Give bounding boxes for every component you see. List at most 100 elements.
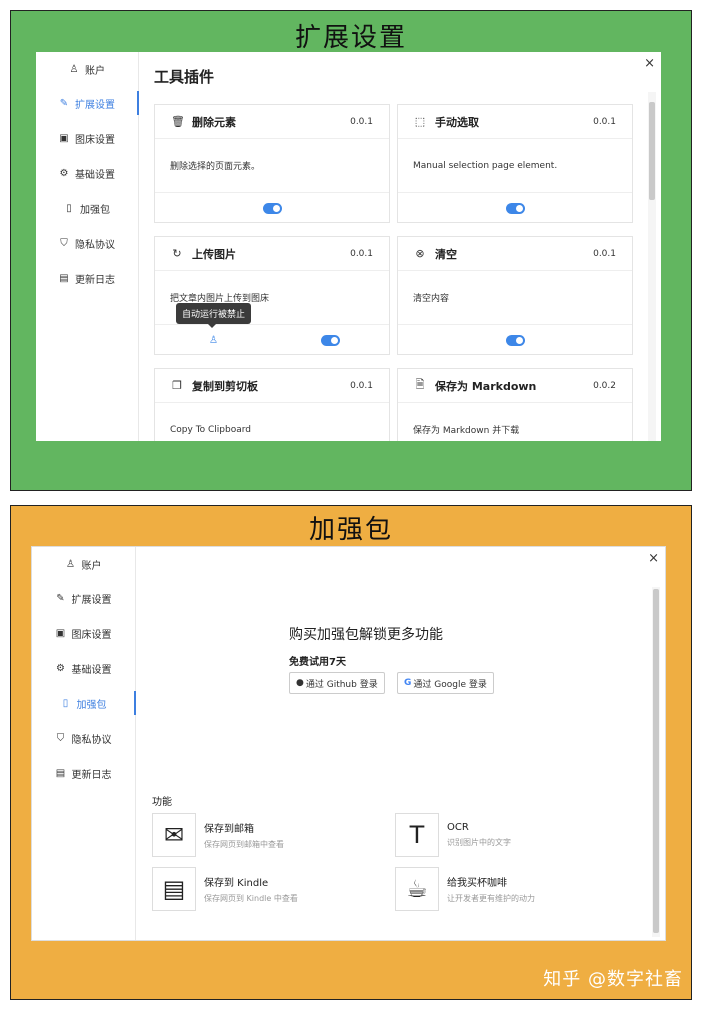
sidebar-item-label: 加强包 xyxy=(76,700,107,711)
trash-icon: 🗑 xyxy=(171,115,185,128)
plugin-card: 🗎 保存为 Markdown 0.0.2 保存为 Markdown 并下载 xyxy=(397,368,633,441)
tooltip: 自动运行被禁止 xyxy=(176,303,252,328)
sidebar-item-label: 隐私协议 xyxy=(75,240,115,251)
feature-name: 保存到邮箱 xyxy=(204,824,254,835)
refresh-icon: ↻ xyxy=(172,247,182,260)
watermark: 知乎 @数字社畜 xyxy=(543,969,683,990)
feature-item: ✉ 保存到邮箱保存网页到邮箱中查看 xyxy=(152,813,284,857)
sidebar-item-label: 加强包 xyxy=(80,205,110,216)
github-login-button[interactable]: ● 通过 Github 登录 xyxy=(289,672,385,694)
feature-description: 保存网页到 Kindle 中查看 xyxy=(204,894,298,903)
scrollbar-thumb[interactable] xyxy=(649,102,655,200)
package-icon: ▯ xyxy=(66,203,72,214)
sidebar-item-label: 图床设置 xyxy=(75,135,115,146)
card-header: ⬚ 手动选取 0.0.1 xyxy=(398,105,632,139)
plugin-description: Manual selection page element. xyxy=(413,160,558,171)
close-icon[interactable]: × xyxy=(644,56,655,71)
sidebar-item[interactable]: ▣ 图床设置 xyxy=(32,616,135,651)
user-icon: ♙ xyxy=(66,558,75,570)
sidebar-item[interactable]: ⚙ 基础设置 xyxy=(32,651,135,686)
kindle-icon: ▤ xyxy=(152,867,196,911)
google-icon: G xyxy=(404,678,412,688)
plugin-card: ❐ 复制到剪切板 0.0.1 Copy To Clipboard xyxy=(154,368,390,441)
sidebar-item-label: 扩展设置 xyxy=(75,100,115,111)
plugin-name: 手动选取 xyxy=(435,115,479,129)
google-login-button[interactable]: G 通过 Google 登录 xyxy=(397,672,494,694)
user-icon: ♙ xyxy=(69,63,79,75)
enable-toggle[interactable] xyxy=(262,202,282,214)
plugin-description: Copy To Clipboard xyxy=(170,424,252,435)
feature-item: ☕ 给我买杯咖啡 让开发者更有维护的动力 xyxy=(395,867,535,911)
sidebar-item[interactable]: ⛉ 隐私协议 xyxy=(32,721,135,756)
wrench-icon: ✎ xyxy=(59,98,69,109)
plugin-version: 0.0.1 xyxy=(350,248,373,259)
sidebar-item-label: 隐私协议 xyxy=(71,735,112,746)
feature-name: 给我买杯咖啡 xyxy=(447,878,507,889)
privacy-icon: ⛉ xyxy=(56,733,65,744)
log-icon: ▤ xyxy=(59,273,69,284)
privacy-icon: ⛉ xyxy=(60,238,68,249)
mail-icon: ✉ xyxy=(152,813,196,857)
card-header: 🗑 删除元素 0.0.1 xyxy=(155,105,389,139)
plugin-description: 删除选择的页面元素。 xyxy=(170,162,261,172)
sidebar-item[interactable]: ♙ 账户 xyxy=(36,52,138,86)
enable-toggle[interactable] xyxy=(505,334,525,346)
sidebar-item[interactable]: ▤ 更新日志 xyxy=(36,261,138,296)
sidebar-item[interactable]: ▣ 图床设置 xyxy=(36,121,138,156)
plugin-name: 清空 xyxy=(435,247,457,261)
enable-toggle[interactable] xyxy=(321,334,340,346)
scrollbar-thumb[interactable] xyxy=(653,589,659,933)
enable-toggle[interactable] xyxy=(505,202,525,214)
select-icon: ⬚ xyxy=(414,115,426,128)
sidebar-item-label: 图床设置 xyxy=(71,630,112,641)
feature-item: T OCR 识别图片中的文字 xyxy=(395,813,511,857)
page-title: 工具插件 xyxy=(154,68,215,86)
feature-name: 保存到 Kindle xyxy=(204,878,269,889)
plugin-version: 0.0.1 xyxy=(350,116,373,127)
sidebar-item[interactable]: ⛉ 隐私协议 xyxy=(36,226,138,261)
plugin-description: 保存为 Markdown 并下载 xyxy=(413,426,520,436)
plugin-card: ↻ 上传图片 0.0.1 把文章内图片上传到图床 自动运行被禁止 ♙ xyxy=(154,236,390,355)
enhancement-pack-panel: 加强包 × ♙ 账户 ✎ 扩展设置 ▣ 图床设置 ⚙ 基础设置 ▯ 加强包 ⛉ 隐私协议 ▤ 更新日志 购… xyxy=(10,505,692,1000)
card-header: ❐ 复制到剪切板 0.0.1 xyxy=(155,369,389,403)
sidebar-item[interactable]: ✎ 扩展设置 xyxy=(32,581,135,616)
clear-icon: ⊗ xyxy=(415,247,425,260)
gear-icon: ⚙ xyxy=(56,663,65,674)
sidebar-item[interactable]: ▯ 加强包 xyxy=(32,686,136,721)
sidebar-item-label: 基础设置 xyxy=(71,665,112,676)
features-heading: 功能 xyxy=(152,797,172,808)
feature-item: ▤ 保存到 Kindle 保存网页到 Kindle 中查看 xyxy=(152,867,298,911)
sidebar: ♙ 账户 ✎ 扩展设置 ▣ 图床设置 ⚙ 基础设置 ▯ 加强包 ⛉ 隐私协议 ▤ 更新日志 xyxy=(36,52,139,441)
sidebar-item[interactable]: ⚙ 基础设置 xyxy=(36,156,138,191)
sidebar-item-label: 账户 xyxy=(81,560,102,572)
gear-icon: ⚙ xyxy=(59,168,69,179)
ocr-icon: T xyxy=(395,813,439,857)
card-footer xyxy=(398,324,632,355)
close-icon[interactable]: × xyxy=(648,551,659,566)
feature-description: 保存网页到邮箱中查看 xyxy=(204,840,284,849)
scrollbar[interactable] xyxy=(652,587,660,937)
sidebar-item-label: 更新日志 xyxy=(75,275,115,286)
package-icon: ▯ xyxy=(62,698,69,709)
sidebar-item[interactable]: ▯ 加强包 xyxy=(36,191,138,226)
card-header: 🗎 保存为 Markdown 0.0.2 xyxy=(398,369,632,403)
panel-banner: 加强包 xyxy=(308,515,393,545)
plugin-name: 上传图片 xyxy=(192,247,236,261)
sidebar-item-label: 扩展设置 xyxy=(71,595,112,606)
user-icon[interactable]: ♙ xyxy=(209,335,218,346)
log-icon: ▤ xyxy=(55,768,66,779)
plugin-card: ⬚ 手动选取 0.0.1 Manual selection page element. xyxy=(397,104,633,223)
plugin-version: 0.0.1 xyxy=(593,116,616,127)
sidebar-item[interactable]: ✎ 扩展设置 xyxy=(36,86,139,121)
extension-settings-panel: 扩展设置 × ♙ 账户 ✎ 扩展设置 ▣ 图床设置 ⚙ 基础设置 ▯ 加强包 ⛉ 隐私协议 ▤ 更新日志 … xyxy=(10,10,692,491)
coffee-icon: ☕ xyxy=(395,867,439,911)
promo-title: 购买加强包解锁更多功能 xyxy=(289,627,443,643)
sidebar-item-label: 更新日志 xyxy=(71,770,112,781)
github-login-label: 通过 Github 登录 xyxy=(305,679,378,690)
scrollbar[interactable] xyxy=(648,92,656,441)
plugin-version: 0.0.1 xyxy=(593,248,616,259)
trial-text: 免费试用7天 xyxy=(289,657,346,668)
card-footer xyxy=(398,192,632,223)
sidebar-item[interactable]: ▤ 更新日志 xyxy=(32,756,135,791)
sidebar-item[interactable]: ♙ 账户 xyxy=(32,547,135,581)
